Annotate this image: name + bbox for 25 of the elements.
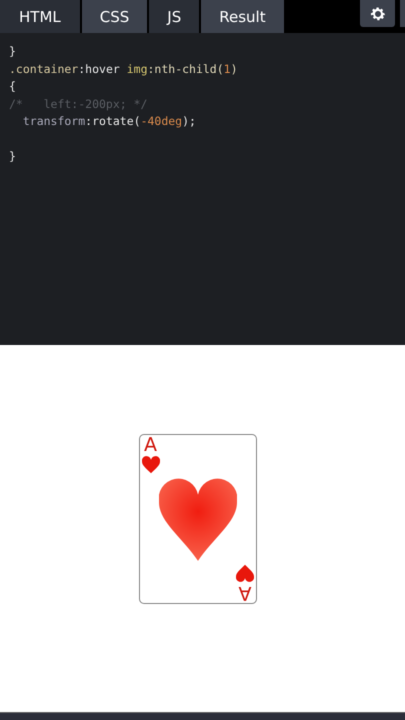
tab[interactable]: JS (149, 0, 200, 33)
code-token: .container (9, 62, 78, 76)
code-token: :rotate( (85, 114, 141, 128)
code-token: :hover (78, 62, 121, 76)
card-rank: A (238, 582, 251, 602)
card-rank: A (144, 436, 157, 454)
code-token: img (126, 62, 148, 76)
tab[interactable]: CSS (82, 0, 148, 33)
heart-icon (236, 564, 254, 582)
code-token: transform (22, 114, 86, 128)
code-token: } (9, 44, 16, 58)
heart-icon (158, 476, 236, 560)
code-token: { (9, 79, 16, 93)
code-token: ); (182, 114, 196, 128)
settings-button[interactable] (360, 0, 395, 27)
code-token: :nth-child( (148, 62, 224, 76)
tab[interactable]: Result (201, 0, 284, 33)
settings-icon (368, 4, 386, 22)
code-token: -40deg (140, 114, 182, 128)
code-token: } (9, 149, 16, 163)
tab[interactable]: HTML (0, 0, 80, 33)
heart-icon (142, 454, 160, 474)
code-token: /* left:-200px; */ (9, 96, 148, 110)
code-token: 1 (224, 62, 231, 76)
code-token: ) (230, 62, 238, 76)
